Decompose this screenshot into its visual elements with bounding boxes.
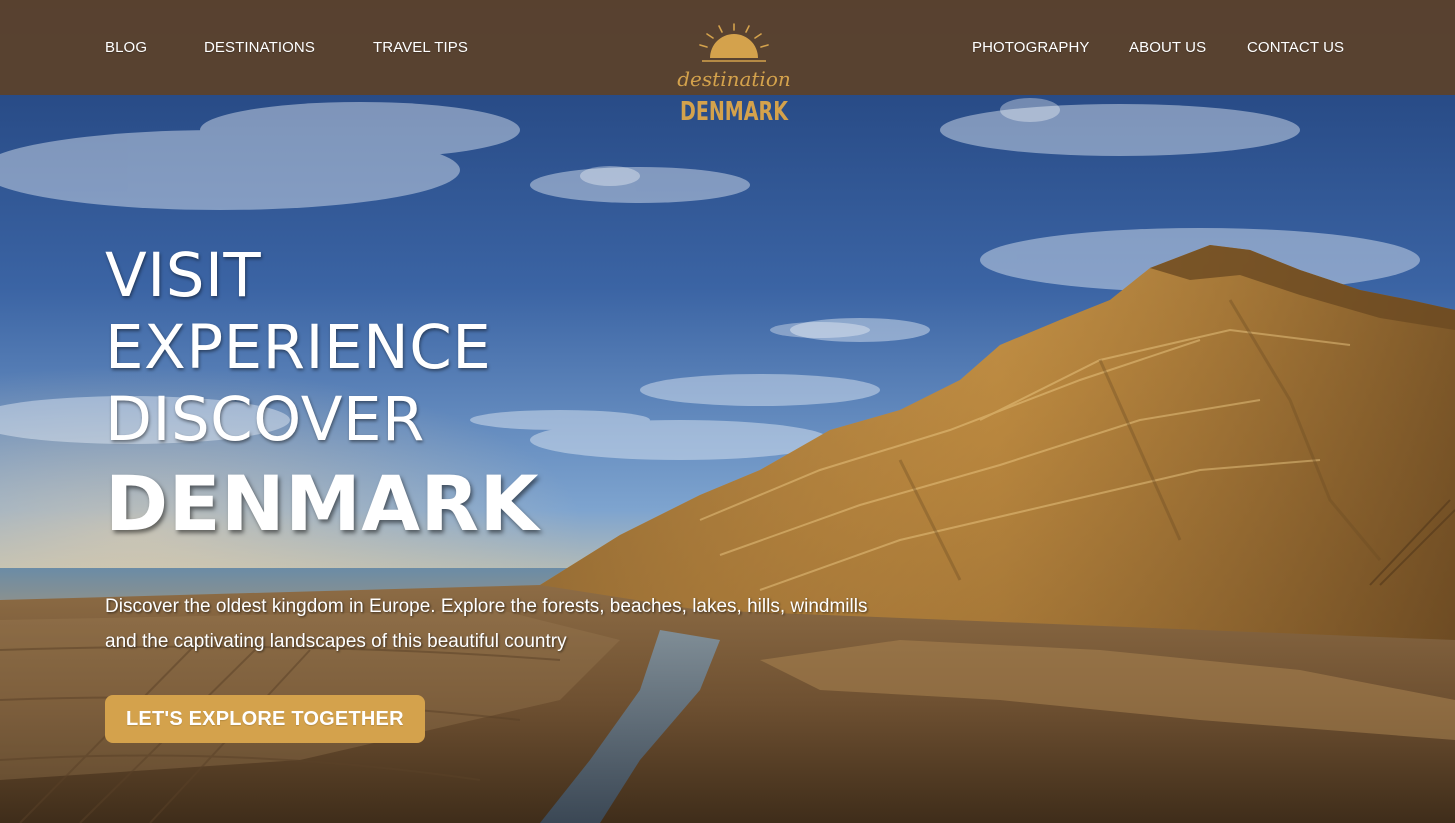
- nav-link-photography[interactable]: PHOTOGRAPHY: [972, 39, 1090, 56]
- hero-description: Discover the oldest kingdom in Europe. E…: [105, 589, 925, 659]
- nav-link-contact-us[interactable]: CONTACT US: [1247, 39, 1344, 56]
- nav-link-blog[interactable]: BLOG: [105, 39, 147, 56]
- hero-description-line-1: Discover the oldest kingdom in Europe. E…: [105, 596, 868, 617]
- landing-page: BLOG DESTINATIONS TRAVEL TIPS PHOTOGRAPH…: [0, 0, 1455, 823]
- logo-line-2: DENMARK: [680, 97, 789, 127]
- hero-section: VISIT EXPERIENCE DISCOVER DENMARK Discov…: [105, 240, 1005, 743]
- hero-description-line-2: and the captivating landscapes of this b…: [105, 631, 567, 652]
- nav-link-about-us[interactable]: ABOUT US: [1129, 39, 1206, 56]
- hero-line-visit: VISIT: [105, 240, 262, 311]
- logo-line-1: destination: [677, 67, 791, 91]
- hero-line-discover: DISCOVER: [105, 384, 425, 455]
- hero-line-experience: EXPERIENCE: [105, 312, 492, 383]
- nav-link-travel-tips[interactable]: TRAVEL TIPS: [373, 39, 468, 56]
- explore-together-button[interactable]: LET'S EXPLORE TOGETHER: [105, 695, 425, 743]
- hero-title: DENMARK: [105, 459, 539, 548]
- nav-link-destinations[interactable]: DESTINATIONS: [204, 39, 315, 56]
- site-logo[interactable]: destination DENMARK: [662, 20, 792, 132]
- sun-icon: [699, 23, 769, 62]
